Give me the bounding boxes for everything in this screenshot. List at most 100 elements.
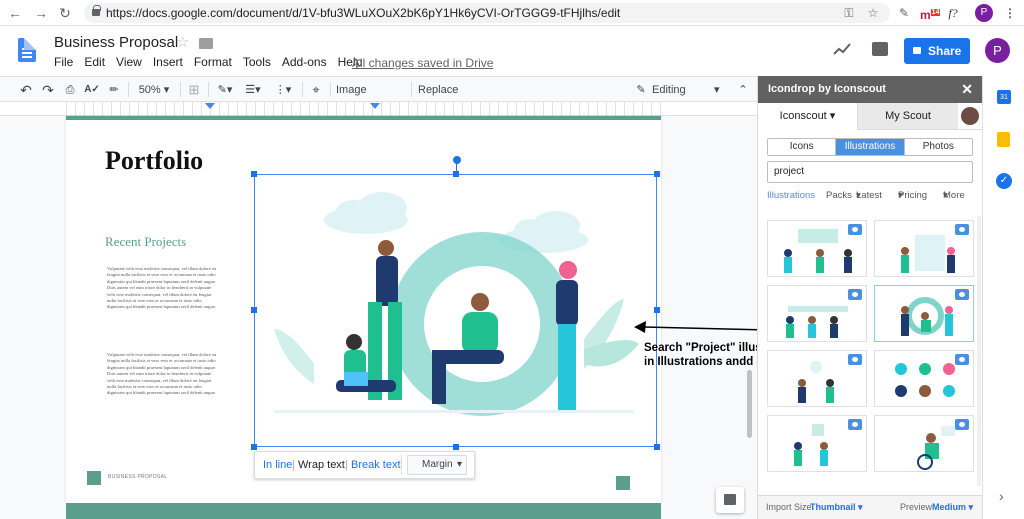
share-lock-icon [913, 47, 921, 54]
wrap-text-option[interactable]: Wrap text [298, 452, 345, 478]
illustration-thumb[interactable] [767, 220, 867, 277]
browser-profile-avatar[interactable]: P [975, 4, 993, 22]
resize-handle-nw[interactable] [251, 171, 257, 177]
menu-file[interactable]: File [54, 55, 73, 71]
margin-select[interactable]: Margin ▾ [407, 455, 467, 475]
keep-icon[interactable] [997, 132, 1010, 147]
resize-handle-se[interactable] [654, 444, 660, 450]
key-icon[interactable]: ⚿ [842, 4, 856, 22]
comments-icon[interactable] [872, 42, 888, 56]
filter-latest[interactable]: Latest ▾ [856, 190, 882, 201]
preview-size-select[interactable]: Medium ▾ [932, 496, 973, 518]
user-avatar[interactable]: P [985, 38, 1010, 63]
type-icons-button[interactable]: Icons [768, 139, 837, 155]
panel-title: Icondrop by Iconscout [768, 83, 886, 95]
resize-handle-sw[interactable] [251, 444, 257, 450]
save-status-link[interactable]: All changes saved in Drive [352, 56, 493, 70]
menu-tools[interactable]: Tools [243, 55, 271, 71]
activity-trend-icon[interactable] [833, 42, 851, 56]
illustration-thumb-selected[interactable] [874, 285, 974, 342]
expand-rail-icon[interactable]: › [999, 488, 1004, 504]
illustration-thumb[interactable] [874, 350, 974, 407]
filter-more[interactable]: More ▾ [943, 190, 965, 201]
address-bar[interactable]: https://docs.google.com/document/d/1V-bf… [84, 3, 890, 23]
preview-eye-icon[interactable] [848, 354, 862, 365]
indent-marker-right[interactable] [370, 103, 380, 109]
illustration-thumb[interactable] [874, 415, 974, 472]
print-icon[interactable]: ⎙ [62, 81, 78, 99]
extension-pen-icon[interactable]: ✎ [896, 4, 912, 22]
redo-icon[interactable]: ↷ [40, 81, 56, 99]
document-scrollbar[interactable] [747, 370, 752, 438]
border-weight-icon[interactable]: ☰▾ [240, 81, 266, 99]
rotate-handle[interactable] [453, 156, 461, 164]
document-title[interactable]: Business Proposal [54, 34, 178, 51]
menu-addons[interactable]: Add-ons [282, 55, 327, 71]
tab-iconscout[interactable]: Iconscout ▾ [758, 103, 858, 130]
illustration-thumb[interactable] [767, 350, 867, 407]
reload-icon[interactable]: ↻ [56, 4, 74, 22]
filter-illustrations[interactable]: Illustrations [767, 190, 815, 201]
illustration-thumb[interactable] [874, 220, 974, 277]
preview-eye-icon[interactable] [848, 224, 862, 235]
editing-mode-select[interactable]: Editing ▾ [652, 81, 722, 99]
menu-view[interactable]: View [116, 55, 142, 71]
preview-eye-icon[interactable] [848, 419, 862, 430]
docs-logo-icon[interactable] [18, 38, 36, 62]
replace-image-button[interactable]: Replace image ▾ [418, 81, 490, 114]
extension-f-icon[interactable]: f? [944, 4, 962, 22]
share-button[interactable]: Share [904, 38, 970, 64]
indent-marker-left[interactable] [205, 103, 215, 109]
scout-user-avatar[interactable] [961, 107, 979, 125]
type-illustrations-button[interactable]: Illustrations [836, 139, 905, 155]
illustration-thumb[interactable] [767, 415, 867, 472]
collapse-chevron-icon[interactable]: ⌃ [736, 81, 750, 99]
in-line-option[interactable]: In line [263, 452, 292, 478]
folder-icon[interactable] [199, 38, 213, 49]
tasks-icon[interactable]: ✓ [996, 173, 1012, 189]
illustration-thumb[interactable] [767, 285, 867, 342]
type-photos-button[interactable]: Photos [905, 139, 972, 155]
ruler[interactable] [0, 102, 757, 116]
image-options-button[interactable]: Image options... [336, 81, 406, 114]
resize-handle-w[interactable] [251, 307, 257, 313]
crop-icon[interactable]: ⌖ [308, 81, 324, 99]
preview-eye-icon[interactable] [955, 224, 969, 235]
search-input[interactable]: project [767, 161, 973, 183]
border-dash-icon[interactable]: ⋮▾ [270, 81, 296, 99]
filter-packs[interactable]: Packs [826, 190, 852, 201]
calendar-icon[interactable]: 31 [997, 90, 1011, 104]
menu-format[interactable]: Format [194, 55, 232, 71]
resize-handle-n[interactable] [453, 171, 459, 177]
resize-handle-s[interactable] [453, 444, 459, 450]
menu-insert[interactable]: Insert [153, 55, 183, 71]
filter-more-label: More [943, 190, 965, 201]
paint-format-icon[interactable]: ✏ [106, 81, 122, 99]
resize-handle-ne[interactable] [654, 171, 660, 177]
undo-icon[interactable]: ↶ [18, 81, 34, 99]
side-rail: 31 ✓ › [982, 76, 1024, 519]
browser-menu-icon[interactable]: ⋮ [1004, 4, 1016, 22]
preview-eye-icon[interactable] [955, 419, 969, 430]
import-size-select[interactable]: Thumbnail ▾ [810, 496, 863, 518]
add-comment-button[interactable] [716, 487, 744, 513]
preview-eye-icon[interactable] [848, 289, 862, 300]
extension-m-icon[interactable]: m14 [920, 4, 941, 22]
star-icon[interactable]: ☆ [176, 33, 189, 51]
panel-scrollbar[interactable] [977, 216, 981, 486]
resize-handle-e[interactable] [654, 307, 660, 313]
border-color-icon[interactable]: ✎▾ [214, 81, 236, 99]
bookmark-star-icon[interactable]: ☆ [866, 4, 880, 22]
tab-my-scout[interactable]: My Scout [858, 103, 958, 129]
menu-edit[interactable]: Edit [84, 55, 105, 71]
filter-pricing[interactable]: Pricing ▾ [898, 190, 927, 201]
spellcheck-icon[interactable]: A✓ [84, 81, 100, 99]
preview-eye-icon[interactable] [955, 354, 969, 365]
preview-eye-icon[interactable] [955, 289, 969, 300]
insert-plus-icon[interactable]: ⊞ [186, 81, 202, 99]
close-icon[interactable]: ✕ [961, 76, 973, 103]
forward-icon[interactable]: → [32, 4, 50, 22]
break-text-option[interactable]: Break text [351, 452, 401, 478]
zoom-select[interactable]: 50% ▾ [134, 81, 174, 99]
back-icon[interactable]: ← [6, 4, 24, 22]
